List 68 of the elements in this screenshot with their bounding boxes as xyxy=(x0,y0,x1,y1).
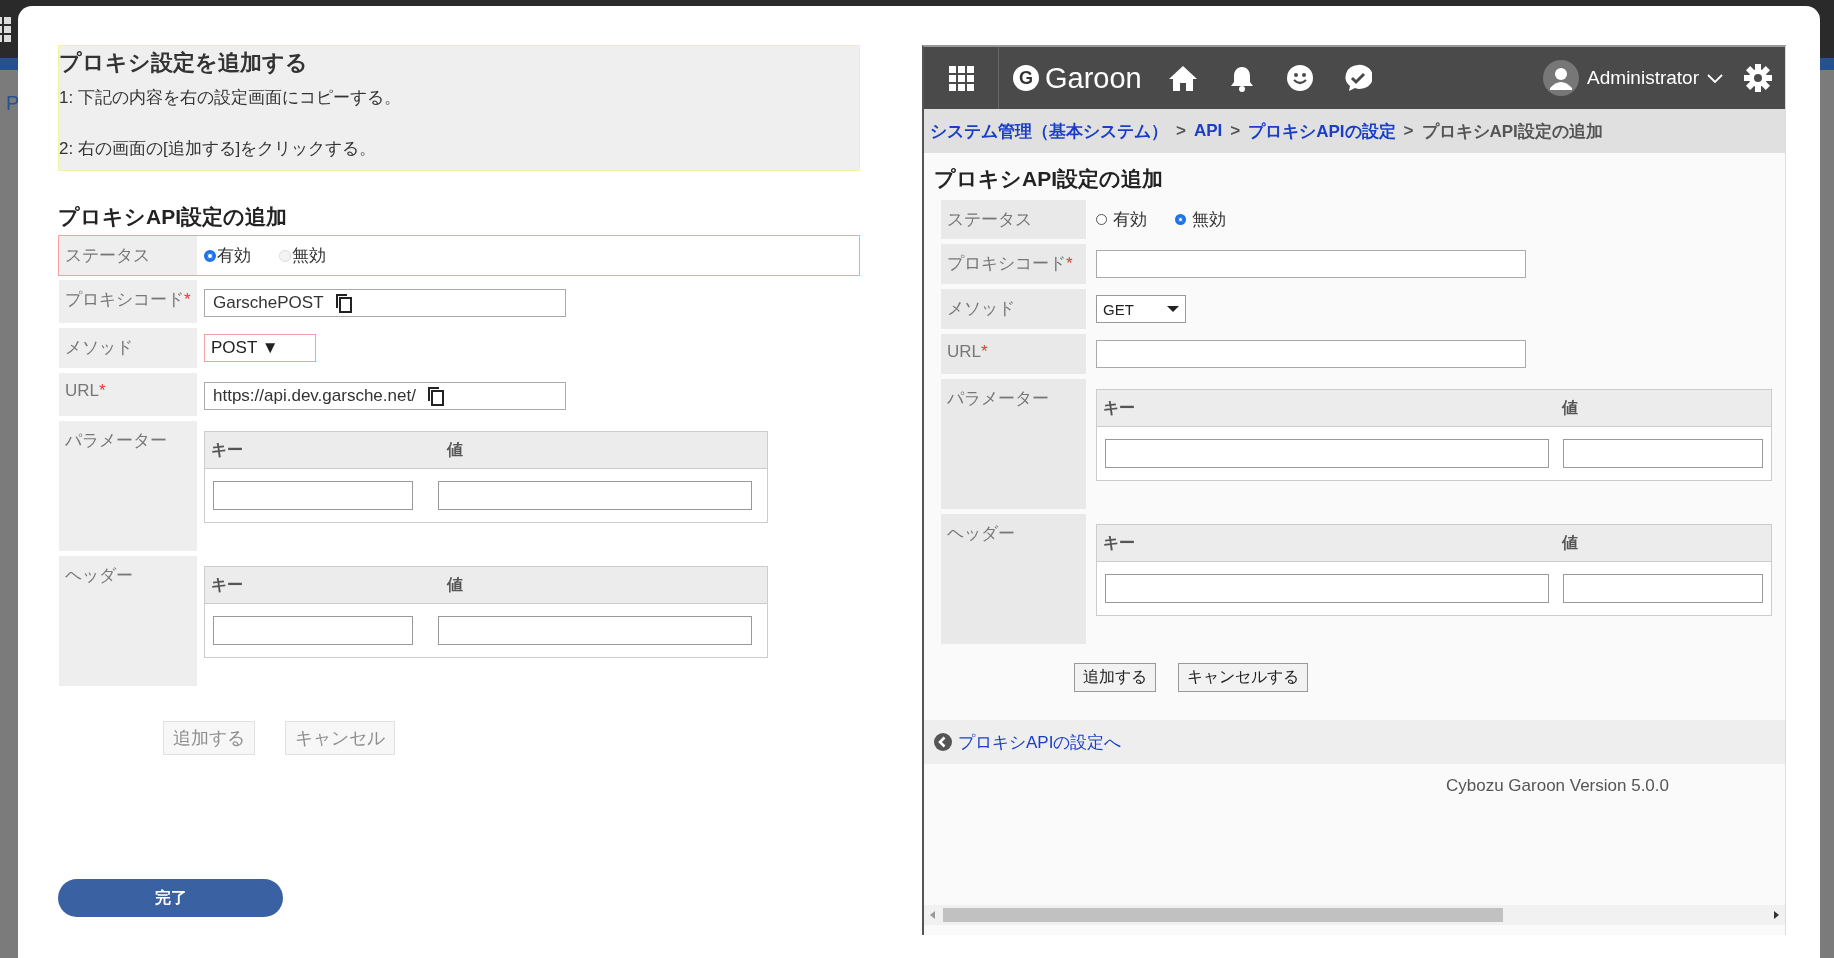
form-button[interactable]: 追加する xyxy=(1074,663,1156,692)
gear-icon xyxy=(1743,63,1773,93)
backdrop-text: P xyxy=(6,92,20,115)
copy-icon xyxy=(333,292,354,314)
input-field[interactable] xyxy=(438,481,752,510)
input-field[interactable] xyxy=(1105,574,1549,603)
instruction-step: 1: 下記の内容を右の設定画面にコピーする。 xyxy=(59,86,859,109)
grid-icon xyxy=(948,65,974,91)
breadcrumb-current: プロキシAPI設定の追加 xyxy=(1421,120,1603,143)
method-select[interactable]: GET xyxy=(1096,295,1186,323)
field-label: メソッド xyxy=(59,328,197,368)
form-button[interactable]: キャンセルする xyxy=(1178,663,1308,692)
home-icon xyxy=(1167,64,1198,92)
breadcrumb-separator: > xyxy=(1176,121,1186,141)
column-header: キー xyxy=(1103,397,1136,418)
field-label: プロキシコード* xyxy=(941,244,1086,284)
done-button[interactable]: 完了 xyxy=(58,879,283,917)
text-field[interactable] xyxy=(1096,340,1526,368)
column-header: キー xyxy=(1103,532,1136,553)
column-header: キー xyxy=(211,439,244,460)
text-field[interactable]: GarschePOST xyxy=(204,289,566,317)
text-field[interactable] xyxy=(1096,250,1526,278)
radio-option[interactable]: 有効 xyxy=(204,244,251,267)
field-label: メソッド xyxy=(941,289,1086,329)
field-label: プロキシコード* xyxy=(59,280,197,323)
column-header: 値 xyxy=(447,439,464,460)
radio-option[interactable]: 無効 xyxy=(1175,208,1226,231)
user-menu[interactable]: Administrator xyxy=(1543,60,1723,96)
input-field[interactable] xyxy=(213,481,413,510)
column-header: 値 xyxy=(1562,532,1579,553)
field-label: ヘッダー xyxy=(59,556,197,686)
field-label: URL* xyxy=(59,373,197,416)
method-select[interactable]: POST ▼ xyxy=(204,334,316,362)
field-label: ヘッダー xyxy=(941,514,1086,644)
field-label: ステータス xyxy=(941,200,1086,239)
input-field[interactable] xyxy=(1563,439,1763,468)
avatar-icon xyxy=(1543,60,1580,96)
chevron-down-icon xyxy=(1707,72,1723,84)
form-title: プロキシAPI設定の追加 xyxy=(933,166,1164,192)
breadcrumb-link[interactable]: システム管理（基本システム） xyxy=(930,119,1168,143)
column-header: 値 xyxy=(1562,397,1579,418)
input-field[interactable] xyxy=(438,616,752,645)
back-link[interactable]: プロキシAPIの設定へ xyxy=(958,730,1122,754)
radio-option[interactable]: 有効 xyxy=(1096,208,1147,231)
column-header: キー xyxy=(211,574,244,595)
breadcrumb-link[interactable]: プロキシAPIの設定 xyxy=(1248,119,1396,143)
breadcrumb-separator: > xyxy=(1403,121,1414,141)
breadcrumb-link[interactable]: API xyxy=(1193,121,1223,141)
field-label: パラメーター xyxy=(59,421,197,551)
input-field[interactable] xyxy=(1563,574,1763,603)
instruction-step: 2: 右の画面の[追加する]をクリックする。 xyxy=(59,137,859,160)
field-label: URL* xyxy=(941,334,1086,374)
form-title: プロキシAPI設定の追加 xyxy=(58,204,288,230)
horizontal-scrollbar[interactable] xyxy=(924,905,1785,925)
field-label: ステータス xyxy=(59,236,197,275)
input-field[interactable] xyxy=(213,616,413,645)
breadcrumb-separator: > xyxy=(1230,121,1241,141)
field-label: パラメーター xyxy=(941,379,1086,509)
copy-icon xyxy=(425,385,446,407)
version-text: Cybozu Garoon Version 5.0.0 xyxy=(1444,776,1670,796)
column-header: 値 xyxy=(447,574,464,595)
instructions-title: プロキシ設定を追加する xyxy=(59,49,309,77)
chat-check-icon xyxy=(1343,64,1372,92)
text-field[interactable]: https://api.dev.garsche.net/ xyxy=(204,382,566,410)
input-field[interactable] xyxy=(1105,439,1549,468)
smiley-icon xyxy=(1285,64,1314,92)
app-brand: Garoon xyxy=(1045,61,1142,95)
logo-mark: G xyxy=(1013,65,1039,91)
